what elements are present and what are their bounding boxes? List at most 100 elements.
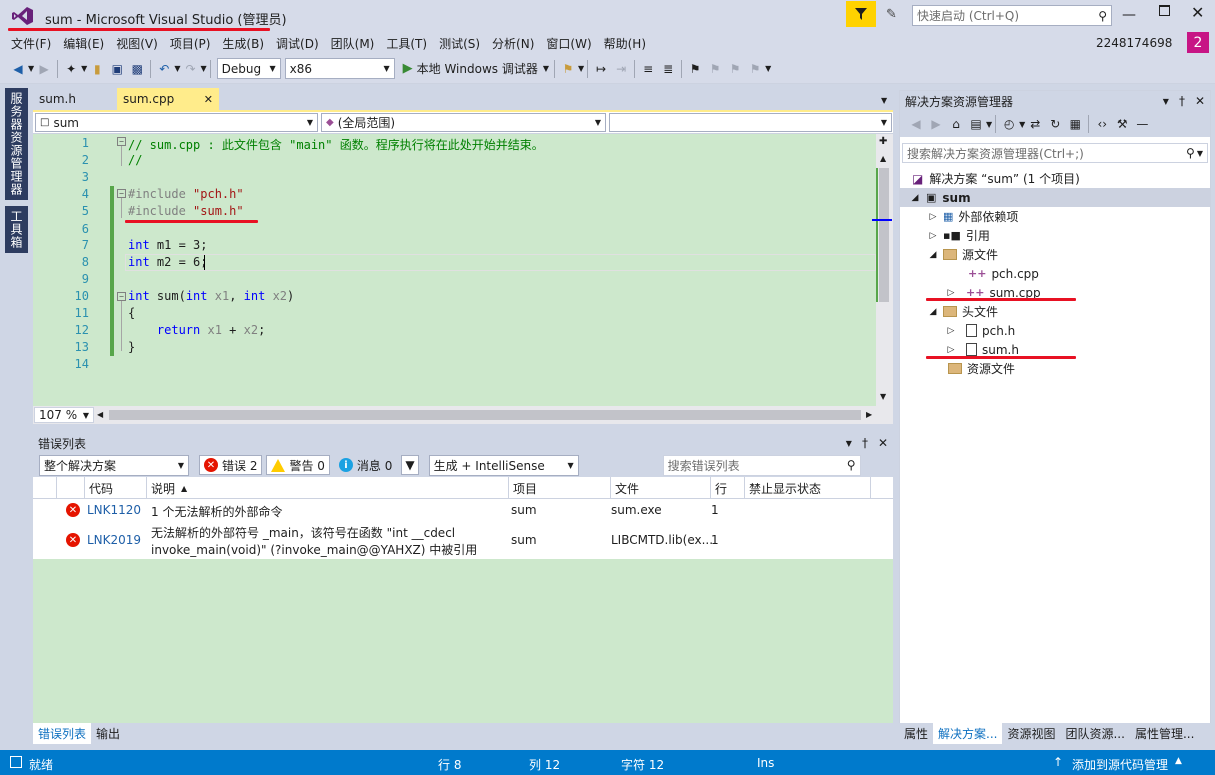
collapsed-triangle-icon[interactable]: ▷ bbox=[946, 288, 956, 298]
tree-node-solution[interactable]: ◪ 解决方案 “sum” (1 个项目) bbox=[912, 169, 1080, 188]
expanded-triangle-icon[interactable]: ◢ bbox=[928, 250, 938, 260]
column-icon[interactable] bbox=[33, 477, 57, 499]
code-editor[interactable]: − − − 1 // sum.cpp : 此文件包含 "main" 函数。程序执行… bbox=[33, 134, 876, 406]
scroll-thumb[interactable] bbox=[879, 168, 889, 302]
save-icon[interactable]: ▣ bbox=[107, 58, 127, 80]
tab-sum-cpp[interactable]: sum.cpp ✕ bbox=[117, 88, 219, 110]
pin-icon[interactable]: † bbox=[1179, 94, 1185, 108]
tab-error-list[interactable]: 错误列表 bbox=[33, 723, 92, 744]
clear-bookmarks-icon[interactable]: ⚑ bbox=[745, 58, 765, 80]
comment-lines-icon[interactable]: ≡ bbox=[638, 58, 658, 80]
server-explorer-tab[interactable]: 服务器资源管理器 bbox=[5, 88, 28, 200]
error-code-link[interactable]: LNK1120 bbox=[87, 503, 141, 517]
outline-fold-4[interactable]: − bbox=[117, 189, 126, 198]
pin-icon[interactable]: † bbox=[862, 436, 868, 450]
scroll-left-icon[interactable]: ◀ bbox=[97, 410, 103, 419]
column-line[interactable]: 行 bbox=[711, 477, 745, 499]
undo-icon[interactable]: ↶ bbox=[154, 58, 174, 80]
code-line[interactable]: #include "pch.h" bbox=[128, 187, 244, 201]
notification-filter-icon[interactable] bbox=[846, 1, 876, 27]
start-debugging-button[interactable]: ▶ 本地 Windows 调试器 ▼ bbox=[401, 58, 551, 80]
menu-window[interactable]: 窗口(W) bbox=[540, 35, 597, 52]
uncomment-lines-icon[interactable]: ≣ bbox=[658, 58, 678, 80]
tree-node-external-deps[interactable]: ▷ ▦ 外部依赖项 bbox=[928, 207, 1019, 226]
refresh-icon[interactable]: ↻ bbox=[1045, 113, 1065, 135]
horizontal-scroll-thumb[interactable] bbox=[109, 410, 861, 420]
column-severity[interactable] bbox=[57, 477, 85, 499]
zoom-select[interactable]: 107 % ▼ bbox=[34, 407, 94, 423]
code-line[interactable]: { bbox=[128, 306, 135, 320]
code-line[interactable]: #include "sum.h" bbox=[128, 204, 244, 218]
outline-fold-1[interactable]: − bbox=[117, 137, 126, 146]
redo-icon[interactable]: ↷ bbox=[180, 58, 200, 80]
forward-icon[interactable]: ▶ bbox=[34, 58, 54, 80]
member-dropdown[interactable]: ▼ bbox=[609, 113, 892, 132]
step-over-icon[interactable]: ⇥ bbox=[611, 58, 631, 80]
close-icon[interactable]: ✕ bbox=[878, 436, 888, 450]
code-line[interactable]: // bbox=[128, 153, 142, 167]
error-source-select[interactable]: 生成 + IntelliSense ▼ bbox=[428, 454, 579, 476]
switch-views-icon[interactable]: ▤ bbox=[966, 113, 986, 135]
preview-icon[interactable]: — bbox=[1132, 113, 1152, 135]
menu-test[interactable]: 测试(S) bbox=[433, 35, 486, 52]
column-project[interactable]: 项目 bbox=[509, 477, 611, 499]
scroll-up-icon[interactable]: ▲ bbox=[880, 154, 886, 163]
menu-build[interactable]: 生成(B) bbox=[216, 35, 270, 52]
sync-icon[interactable]: ⇄ bbox=[1025, 113, 1045, 135]
menu-analyze[interactable]: 分析(N) bbox=[486, 35, 540, 52]
tab-resource-view[interactable]: 资源视图 bbox=[1002, 723, 1060, 744]
messages-filter-toggle[interactable]: i 消息 0 bbox=[334, 455, 397, 475]
collapsed-triangle-icon[interactable]: ▷ bbox=[946, 345, 956, 355]
window-menu-icon[interactable]: ▼ bbox=[846, 439, 852, 448]
forward-icon[interactable]: ▶ bbox=[926, 113, 946, 135]
code-line[interactable]: return x1 + x2; bbox=[128, 323, 265, 337]
code-line[interactable]: // sum.cpp : 此文件包含 "main" 函数。程序执行将在此处开始并… bbox=[128, 136, 544, 153]
menu-team[interactable]: 团队(M) bbox=[325, 35, 381, 52]
error-search-input[interactable]: 搜索错误列表 ⚲ bbox=[662, 454, 861, 476]
tab-sum-h[interactable]: sum.h bbox=[33, 88, 117, 110]
user-account[interactable]: 2248174698 bbox=[1096, 36, 1172, 50]
quick-launch-input[interactable]: 快速启动 (Ctrl+Q) ⚲ bbox=[912, 5, 1112, 26]
menu-file[interactable]: 文件(F) bbox=[5, 35, 57, 52]
collapsed-triangle-icon[interactable]: ▷ bbox=[928, 231, 938, 241]
new-project-icon[interactable]: ✦ bbox=[61, 58, 81, 80]
table-row[interactable]: ✕ LNK2019 无法解析的外部符号 _main，该符号在函数 "int __… bbox=[33, 521, 893, 559]
scroll-down-icon[interactable]: ▼ bbox=[880, 392, 886, 401]
prev-bookmark-icon[interactable]: ⚑ bbox=[705, 58, 725, 80]
close-tab-icon[interactable]: ✕ bbox=[204, 93, 213, 106]
window-menu-icon[interactable]: ▼ bbox=[1163, 97, 1169, 106]
tab-list-dropdown-icon[interactable]: ▼ bbox=[881, 96, 887, 105]
warnings-filter-toggle[interactable]: 警告 0 bbox=[266, 455, 330, 475]
collapsed-triangle-icon[interactable]: ▷ bbox=[946, 326, 956, 336]
outline-fold-10[interactable]: − bbox=[117, 292, 126, 301]
tree-node-source-files[interactable]: ◢ 源文件 bbox=[928, 245, 998, 264]
expanded-triangle-icon[interactable]: ◢ bbox=[928, 307, 938, 317]
close-icon[interactable]: ✕ bbox=[1195, 94, 1205, 108]
tree-node-project[interactable]: ◢ ▣ sum bbox=[900, 188, 1210, 207]
column-file[interactable]: 文件 bbox=[611, 477, 711, 499]
toolbar-overflow-icon[interactable]: ▼ bbox=[765, 64, 771, 73]
code-line[interactable]: int m2 = 6; bbox=[128, 255, 207, 269]
tree-node-pch-cpp[interactable]: ++ pch.cpp bbox=[968, 264, 1039, 283]
tab-property-manager[interactable]: 属性管理... bbox=[1130, 723, 1199, 744]
open-folder-icon[interactable]: ▮ bbox=[87, 58, 107, 80]
table-row[interactable]: ✕ LNK1120 1 个无法解析的外部命令 sum sum.exe 1 bbox=[33, 499, 893, 521]
tab-output[interactable]: 输出 bbox=[91, 723, 125, 744]
step-into-icon[interactable]: ↦ bbox=[591, 58, 611, 80]
menu-edit[interactable]: 编辑(E) bbox=[57, 35, 110, 52]
platform-select[interactable]: x86 ▼ bbox=[284, 58, 395, 79]
maximize-button[interactable] bbox=[1159, 5, 1170, 16]
collapse-all-icon[interactable]: ▦ bbox=[1065, 113, 1085, 135]
column-description[interactable]: 说明 ▲ bbox=[147, 477, 509, 499]
error-code-link[interactable]: LNK2019 bbox=[87, 533, 141, 547]
tree-node-resource-files[interactable]: 资源文件 bbox=[948, 359, 1015, 378]
toolbar-overflow-icon[interactable]: ▼ bbox=[578, 64, 584, 73]
code-line[interactable]: int sum(int x1, int x2) bbox=[128, 289, 294, 303]
close-button[interactable]: ✕ bbox=[1191, 3, 1204, 22]
tree-node-pch-h[interactable]: ▷ pch.h bbox=[946, 321, 1016, 340]
menu-view[interactable]: 视图(V) bbox=[110, 35, 164, 52]
scroll-right-icon[interactable]: ▶ bbox=[866, 410, 872, 419]
toolbox-tab[interactable]: 工具箱 bbox=[5, 206, 28, 253]
tab-properties[interactable]: 属性 bbox=[899, 723, 933, 744]
scope-dropdown[interactable]: ◆ (全局范围) ▼ bbox=[321, 113, 606, 132]
